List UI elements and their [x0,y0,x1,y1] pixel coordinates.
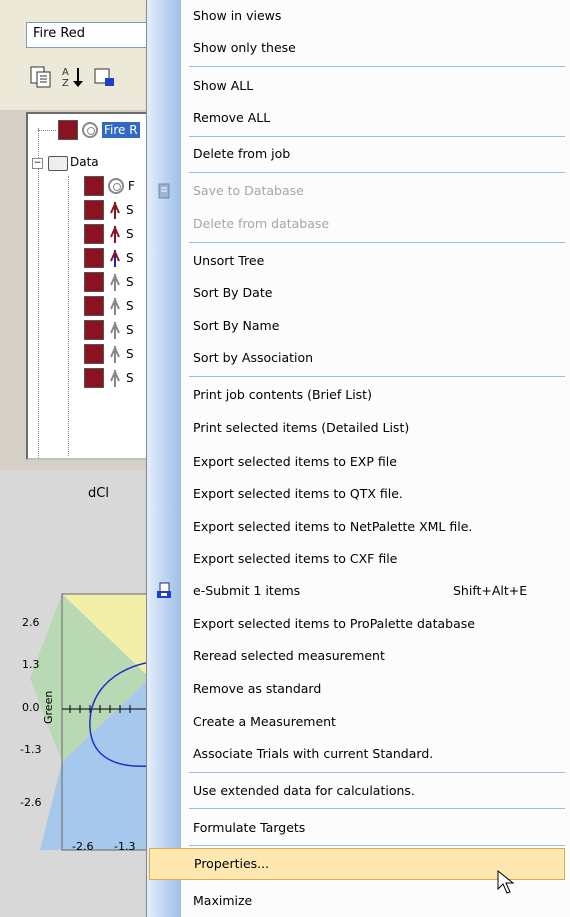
trial-icon [110,321,120,339]
menu-item-unsort-tree[interactable]: Unsort Tree [147,245,567,277]
menu-item-save-to-database[interactable]: Save to Database [147,175,567,207]
y-tick-label: 2.6 [22,616,40,629]
folder-icon [48,156,68,171]
context-menu: Show in views Show only these Show ALL R… [146,0,570,917]
menu-item-create-measurement[interactable]: Create a Measurement [147,706,567,738]
menu-separator [189,242,565,243]
svg-text:A: A [62,67,69,78]
y-tick-label: 1.3 [22,658,40,671]
standard-target-icon [82,122,98,138]
trial-icon [110,273,120,291]
color-swatch [84,272,104,292]
tree-item-label: F [128,179,135,193]
menu-item-export-exp[interactable]: Export selected items to EXP file [147,446,567,478]
menu-item-delete-from-job[interactable]: Delete from job [147,138,567,170]
tree-item-label: S [126,275,134,289]
color-swatch [84,248,104,268]
menu-item-print-selected-items[interactable]: Print selected items (Detailed List) [147,412,567,444]
y-tick-label: 0.0 [22,701,40,714]
color-swatch [84,224,104,244]
trial-icon [110,201,120,219]
menu-item-show-all[interactable]: Show ALL [147,70,567,102]
menu-item-remove-all[interactable]: Remove ALL [147,102,567,134]
tree-item-label: S [126,203,134,217]
collapse-icon[interactable]: − [32,158,43,169]
menu-shortcut: Shift+Alt+E [453,583,528,598]
x-tick-label: -1.3 [114,840,136,853]
folder-label: Data [70,155,99,169]
menu-item-sort-by-date[interactable]: Sort By Date [147,277,567,309]
svg-text:Z: Z [62,78,69,89]
select-icon[interactable] [92,64,118,90]
menu-item-export-qtx[interactable]: Export selected items to QTX file. [147,478,567,510]
menu-item-e-submit[interactable]: e-Submit 1 items Shift+Alt+E [147,575,567,607]
menu-item-formulate-targets[interactable]: Formulate Targets [147,812,567,844]
trial-icon [110,369,120,387]
mouse-pointer-icon [497,870,515,894]
color-swatch [84,296,104,316]
menu-item-sort-by-association[interactable]: Sort by Association [147,342,567,374]
menu-separator [189,172,565,173]
menu-separator [189,808,565,809]
toolbar: AZ [28,64,118,92]
menu-item-associate-trials[interactable]: Associate Trials with current Standard. [147,738,567,770]
color-swatch [84,344,104,364]
menu-item-use-extended-data[interactable]: Use extended data for calculations. [147,775,567,807]
menu-separator [189,376,565,377]
menu-item-reread-measurement[interactable]: Reread selected measurement [147,640,567,672]
menu-item-remove-as-standard[interactable]: Remove as standard [147,673,567,705]
e-submit-icon [157,582,171,598]
menu-separator [189,845,565,846]
standard-target-icon [108,178,124,194]
tree-item-label: S [126,347,134,361]
x-tick-label: -2.6 [72,840,94,853]
color-swatch [84,368,104,388]
color-name-field[interactable]: Fire Red [26,22,166,48]
y-tick-label: -2.6 [20,796,42,809]
trial-icon [110,225,120,243]
database-icon [158,183,170,199]
trial-icon [110,249,120,267]
tree-item-label: S [126,371,134,385]
copy-icon[interactable] [28,64,54,90]
trial-icon [110,297,120,315]
menu-item-export-netpalette[interactable]: Export selected items to NetPalette XML … [147,511,567,543]
menu-item-delete-from-database[interactable]: Delete from database [147,208,567,240]
color-swatch [84,176,104,196]
menu-item-show-in-views[interactable]: Show in views [147,0,567,32]
menu-item-print-job-contents[interactable]: Print job contents (Brief List) [147,379,567,411]
tree-item-label: S [126,299,134,313]
menu-item-sort-by-name[interactable]: Sort By Name [147,310,567,342]
tree-item-label: S [126,251,134,265]
sort-az-icon[interactable]: AZ [60,64,86,90]
color-swatch [58,120,78,140]
plot-ylabel: Green [42,691,55,724]
tree-root-label: Fire R [102,122,140,138]
menu-separator [189,772,565,773]
menu-item-export-cxf[interactable]: Export selected items to CXF file [147,543,567,575]
menu-separator [189,66,565,67]
tree-item-label: S [126,227,134,241]
tree-item-label: S [126,323,134,337]
color-swatch [84,320,104,340]
menu-item-show-only-these[interactable]: Show only these [147,32,567,64]
y-tick-label: -1.3 [20,743,42,756]
menu-item-export-propalette[interactable]: Export selected items to ProPalette data… [147,608,567,640]
color-swatch [84,200,104,220]
menu-separator [189,136,565,137]
trial-icon [110,345,120,363]
